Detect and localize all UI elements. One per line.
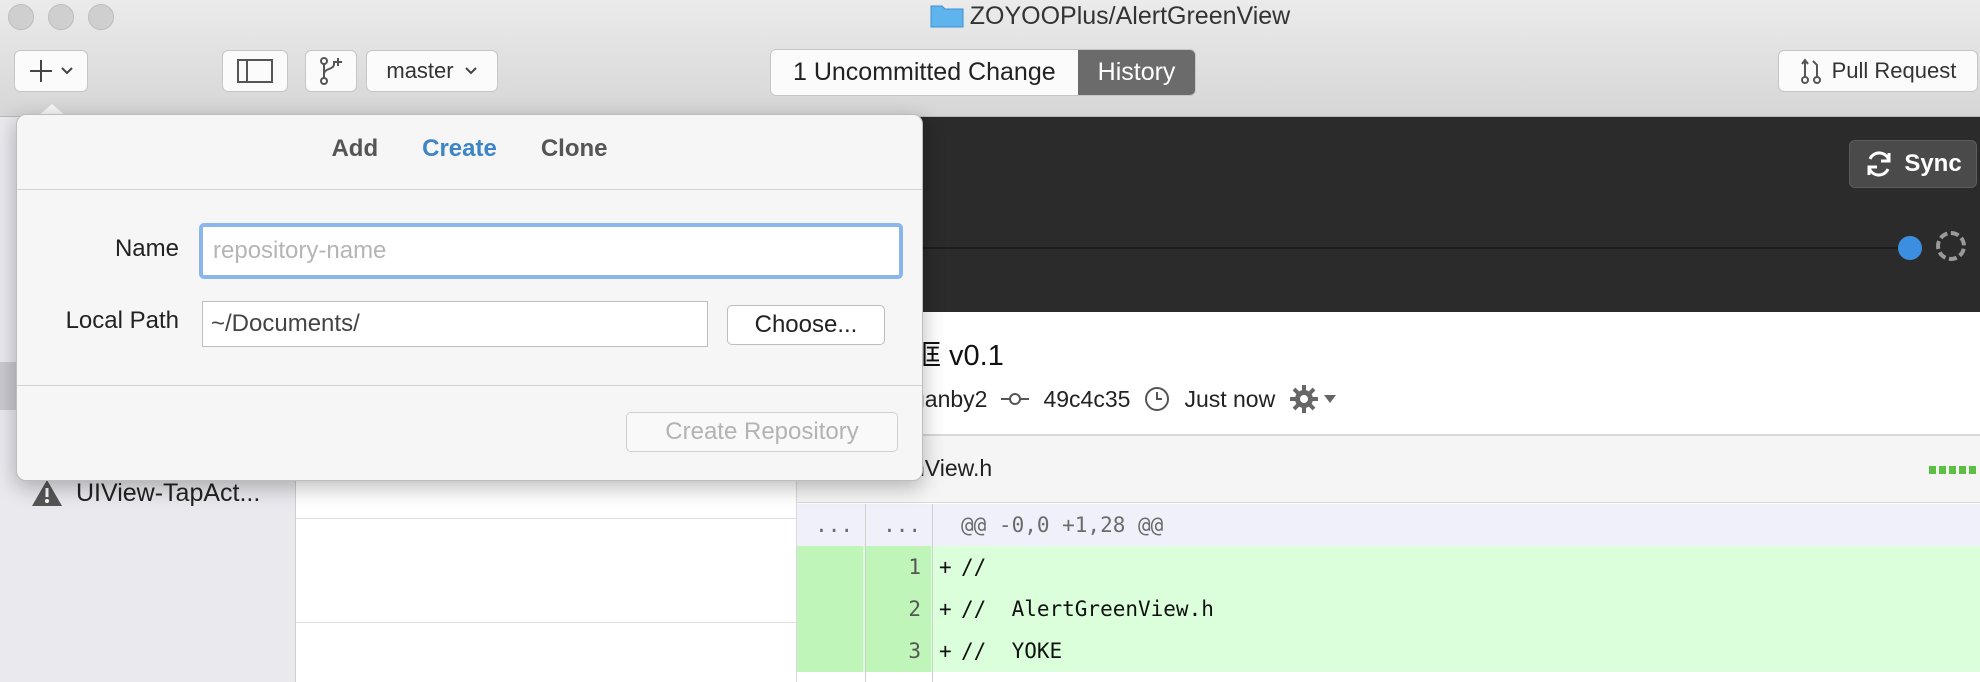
diff-line-added: 2 + // AlertGreenView.h [797, 588, 1980, 630]
diff-gutter-old [797, 546, 863, 588]
commit-hash[interactable]: 49c4c35 [1043, 386, 1130, 413]
view-switcher: 1 Uncommitted Change History [770, 49, 1197, 96]
chevron-down-icon [61, 67, 73, 75]
diff-line-number: 3 [865, 630, 931, 672]
gear-icon [1290, 385, 1319, 413]
file-name: nView.h [912, 455, 993, 481]
zoom-window-button[interactable] [88, 4, 114, 30]
sidebar-item-label: UIView-TapAct... [76, 478, 261, 507]
tab-history[interactable]: History [1077, 50, 1196, 95]
window-title: ZOYOOPlus/AlertGreenView [760, 2, 1460, 31]
local-path-label: Local Path [65, 307, 179, 334]
new-branch-button[interactable] [305, 50, 357, 92]
diff-gutter-old [797, 588, 863, 630]
sync-button[interactable]: Sync [1849, 140, 1977, 188]
sidebar-selection [0, 362, 16, 410]
gutter-divider [932, 504, 933, 682]
pull-request-label: Pull Request [1831, 58, 1957, 83]
close-window-button[interactable] [8, 4, 34, 30]
timeline-uncommitted-ring[interactable] [1936, 231, 1966, 261]
diff-line-text: // [961, 555, 987, 579]
diff-line-number: 1 [865, 546, 931, 588]
tab-create[interactable]: Create [422, 135, 497, 163]
popover-tabs: Add Create Clone [17, 135, 922, 163]
create-repository-button[interactable]: Create Repository [626, 412, 898, 452]
diff-gutter-old: ... [815, 513, 853, 537]
plus-icon [30, 60, 52, 82]
branch-icon [320, 57, 342, 85]
pull-request-button[interactable]: Pull Request [1778, 50, 1978, 92]
tab-clone[interactable]: Clone [541, 135, 608, 163]
sync-label: Sync [1904, 150, 1962, 177]
diff-marker: + [939, 597, 952, 621]
file-change-bar [1929, 466, 1977, 474]
commit-settings-menu[interactable] [1289, 384, 1337, 414]
history-timeline [797, 117, 1980, 312]
branch-selector[interactable]: master [366, 50, 498, 92]
diff-line-added: 3 + // YOKE [797, 630, 1980, 672]
diff-marker: + [939, 555, 952, 579]
local-path-input[interactable] [202, 301, 708, 347]
diff-line-added: 1 + // [797, 546, 1980, 588]
diff-hunk-header: ... ... @@ -0,0 +1,28 @@ [797, 504, 1980, 546]
window-title-text: ZOYOOPlus/AlertGreenView [969, 2, 1291, 30]
clock-icon [1145, 387, 1170, 411]
diff-line-text: // YOKE [961, 639, 1063, 663]
name-label: Name [114, 235, 179, 262]
choose-path-button[interactable]: Choose... [727, 305, 885, 345]
commit-icon [1001, 393, 1030, 405]
list-divider [296, 622, 796, 623]
branch-name: master [386, 58, 454, 83]
commit-time: Just now [1184, 385, 1276, 412]
pull-request-icon [1800, 58, 1821, 84]
sync-icon [1867, 151, 1891, 177]
new-repository-popover: Add Create Clone Name Local Path Choose.… [16, 114, 923, 481]
chevron-down-icon [464, 67, 477, 75]
diff-gutter-old [797, 630, 863, 672]
timeline-commit-dot[interactable] [1898, 236, 1922, 260]
add-repository-button[interactable] [14, 50, 88, 92]
repository-name-input[interactable] [199, 223, 903, 279]
diff-gutter-new: ... [883, 513, 921, 537]
toggle-sidebar-button[interactable] [222, 50, 288, 92]
tab-add[interactable]: Add [331, 135, 378, 163]
commit-author: uanby2 [912, 385, 988, 412]
diff-line-number: 2 [865, 588, 931, 630]
minimize-window-button[interactable] [48, 4, 74, 30]
diff-marker: + [939, 639, 952, 663]
sidebar-item-warning[interactable]: UIView-TapAct... [30, 478, 260, 508]
commit-title: 框 v0.1 [912, 340, 1004, 372]
divider [17, 189, 922, 190]
folder-icon [930, 5, 964, 28]
sidebar-icon [237, 59, 273, 83]
hunk-text: @@ -0,0 +1,28 @@ [961, 513, 1164, 537]
timeline-line [797, 247, 1912, 249]
list-divider [296, 518, 796, 519]
tab-uncommitted-changes[interactable]: 1 Uncommitted Change [771, 50, 1078, 95]
caret-down-icon [1324, 395, 1337, 403]
divider [17, 385, 922, 386]
warning-icon [32, 480, 62, 506]
diff-line-text: // AlertGreenView.h [961, 597, 1214, 621]
commit-meta: uanby2 49c4c35 Just now [912, 384, 1337, 414]
gutter-divider [865, 504, 866, 682]
